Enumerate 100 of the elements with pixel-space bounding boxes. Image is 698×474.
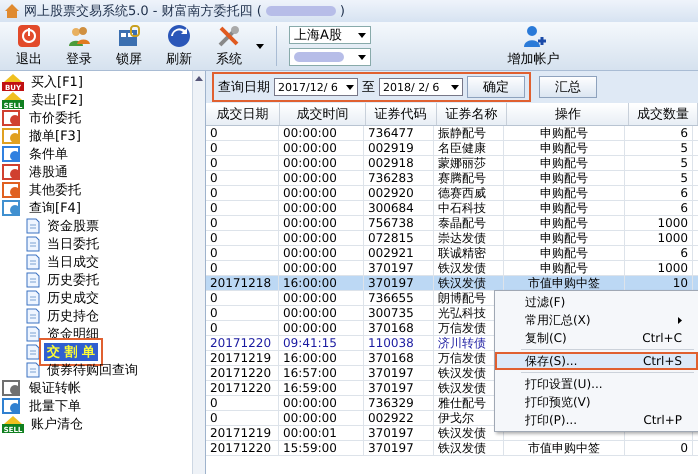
table-cell: 0 bbox=[210, 246, 218, 260]
to-label: 至 bbox=[362, 79, 375, 96]
table-cell: 00:00:00 bbox=[283, 126, 337, 140]
table-cell: 6 bbox=[680, 246, 688, 260]
table-cell: 6 bbox=[680, 186, 688, 200]
table-cell: 736283 bbox=[368, 171, 414, 185]
table-cell: 370197 bbox=[368, 426, 414, 440]
table-cell: 申购配号 bbox=[540, 230, 588, 246]
table-cell: 002921 bbox=[368, 246, 414, 260]
table-cell: 振静配号 bbox=[438, 124, 486, 142]
table-cell: 0 bbox=[210, 396, 218, 410]
table-cell: 15:59:00 bbox=[283, 441, 337, 455]
table-cell: 申购配号 bbox=[540, 200, 588, 216]
table-cell: 736477 bbox=[368, 126, 414, 140]
table-cell: 联诚精密 bbox=[438, 244, 486, 262]
table-cell: 20171220 bbox=[210, 441, 272, 455]
table-cell: 1000 bbox=[657, 216, 688, 230]
table-cell: 申购配号 bbox=[540, 140, 588, 156]
table-cell: 370197 bbox=[368, 276, 414, 290]
table-cell: 名臣健康 bbox=[438, 140, 486, 156]
table-cell: 济川转债 bbox=[438, 334, 486, 352]
table-cell: 申购配号 bbox=[540, 260, 588, 276]
table-cell: 370197 bbox=[368, 366, 414, 380]
table-cell: 申购配号 bbox=[540, 214, 588, 232]
table-cell: 铁汉发债 bbox=[438, 364, 486, 382]
table-cell: 市值申购中签 bbox=[528, 440, 600, 456]
table-cell: 072815 bbox=[368, 231, 414, 245]
window-title-end: ) bbox=[340, 4, 345, 18]
table-cell: 申购配号 bbox=[540, 124, 588, 142]
table-cell: 20171220 bbox=[210, 366, 272, 380]
table-cell: 雅仕配号 bbox=[438, 394, 486, 412]
table-cell: 300735 bbox=[368, 306, 414, 320]
table-cell: 20171220 bbox=[210, 336, 272, 350]
table-cell: 00:00:00 bbox=[283, 396, 337, 410]
table-cell: 00:00:00 bbox=[283, 246, 337, 260]
table-cell: 5 bbox=[680, 141, 688, 155]
query-label: 查询日期 bbox=[218, 79, 270, 96]
table-cell: 市值申购中签 bbox=[528, 274, 600, 292]
table-cell: 736655 bbox=[368, 291, 414, 305]
table-cell: 00:00:00 bbox=[283, 231, 337, 245]
table-cell: 00:00:00 bbox=[283, 291, 337, 305]
table-cell: 16:59:00 bbox=[283, 381, 337, 395]
table-cell: 16:57:00 bbox=[283, 366, 337, 380]
table-cell: 0 bbox=[210, 186, 218, 200]
table-cell: 6 bbox=[680, 126, 688, 140]
table-cell: 002919 bbox=[368, 141, 414, 155]
table-cell: 00:00:00 bbox=[283, 201, 337, 215]
table-cell: 370168 bbox=[368, 321, 414, 335]
table-cell: 赛腾配号 bbox=[438, 170, 486, 186]
table-cell: 370197 bbox=[368, 381, 414, 395]
table-cell: 0 bbox=[210, 141, 218, 155]
table-cell: 736329 bbox=[368, 396, 414, 410]
table-cell: 中石科技 bbox=[438, 200, 486, 216]
table-cell: 20171219 bbox=[210, 426, 272, 440]
table-cell: 0 bbox=[210, 306, 218, 320]
table-cell: 0 bbox=[210, 171, 218, 185]
table-cell: 370197 bbox=[368, 261, 414, 275]
table-cell: 20171219 bbox=[210, 351, 272, 365]
table-cell: 泰晶配号 bbox=[438, 214, 486, 232]
table-cell: 铁汉发债 bbox=[438, 274, 486, 292]
table-cell: 铁汉发债 bbox=[438, 260, 486, 276]
table-cell: 00:00:01 bbox=[283, 426, 337, 440]
table-cell: 20171218 bbox=[210, 276, 272, 290]
table-cell: 20171220 bbox=[210, 381, 272, 395]
table-cell: 002920 bbox=[368, 186, 414, 200]
table-cell: 370168 bbox=[368, 351, 414, 365]
table-cell: 申购配号 bbox=[540, 184, 588, 202]
table-cell: 5 bbox=[680, 156, 688, 170]
table-cell: 110038 bbox=[368, 336, 414, 350]
table-cell: 10 bbox=[672, 276, 688, 290]
table-cell: 0 bbox=[210, 231, 218, 245]
table-cell: 申购配号 bbox=[540, 154, 588, 172]
table-cell: 光弘科技 bbox=[438, 304, 486, 322]
table-cell: 0 bbox=[210, 216, 218, 230]
table-cell: 6 bbox=[680, 201, 688, 215]
table-cell: 300684 bbox=[368, 201, 414, 215]
table-cell: 1000 bbox=[657, 261, 688, 275]
table-cell: 0 bbox=[210, 261, 218, 275]
table-cell: 0 bbox=[210, 126, 218, 140]
table-cell: 00:00:00 bbox=[283, 306, 337, 320]
table-cell: 16:00:00 bbox=[283, 351, 337, 365]
table-cell: 崇达发债 bbox=[438, 230, 486, 246]
table-cell: 0 bbox=[210, 291, 218, 305]
table-cell: 申购配号 bbox=[540, 244, 588, 262]
table-cell: 蒙娜丽莎 bbox=[438, 154, 486, 172]
table-cell: 0 bbox=[210, 201, 218, 215]
table-cell: 00:00:00 bbox=[283, 171, 337, 185]
table-cell: 德赛西威 bbox=[438, 184, 486, 202]
table-cell: 00:00:00 bbox=[283, 321, 337, 335]
table-cell: 1000 bbox=[657, 231, 688, 245]
table-cell: 伊戈尔 bbox=[438, 410, 474, 426]
table-cell: 00:00:00 bbox=[283, 261, 337, 275]
table-cell: 370197 bbox=[368, 441, 414, 455]
table-cell: 5 bbox=[680, 171, 688, 185]
table-cell: 0 bbox=[210, 321, 218, 335]
table-cell: 00:00:00 bbox=[283, 156, 337, 170]
table-cell: 铁汉发债 bbox=[438, 424, 486, 442]
table-cell: 万信发债 bbox=[438, 320, 486, 336]
table-cell: 00:00:00 bbox=[283, 186, 337, 200]
table-cell: 朗博配号 bbox=[438, 290, 486, 306]
